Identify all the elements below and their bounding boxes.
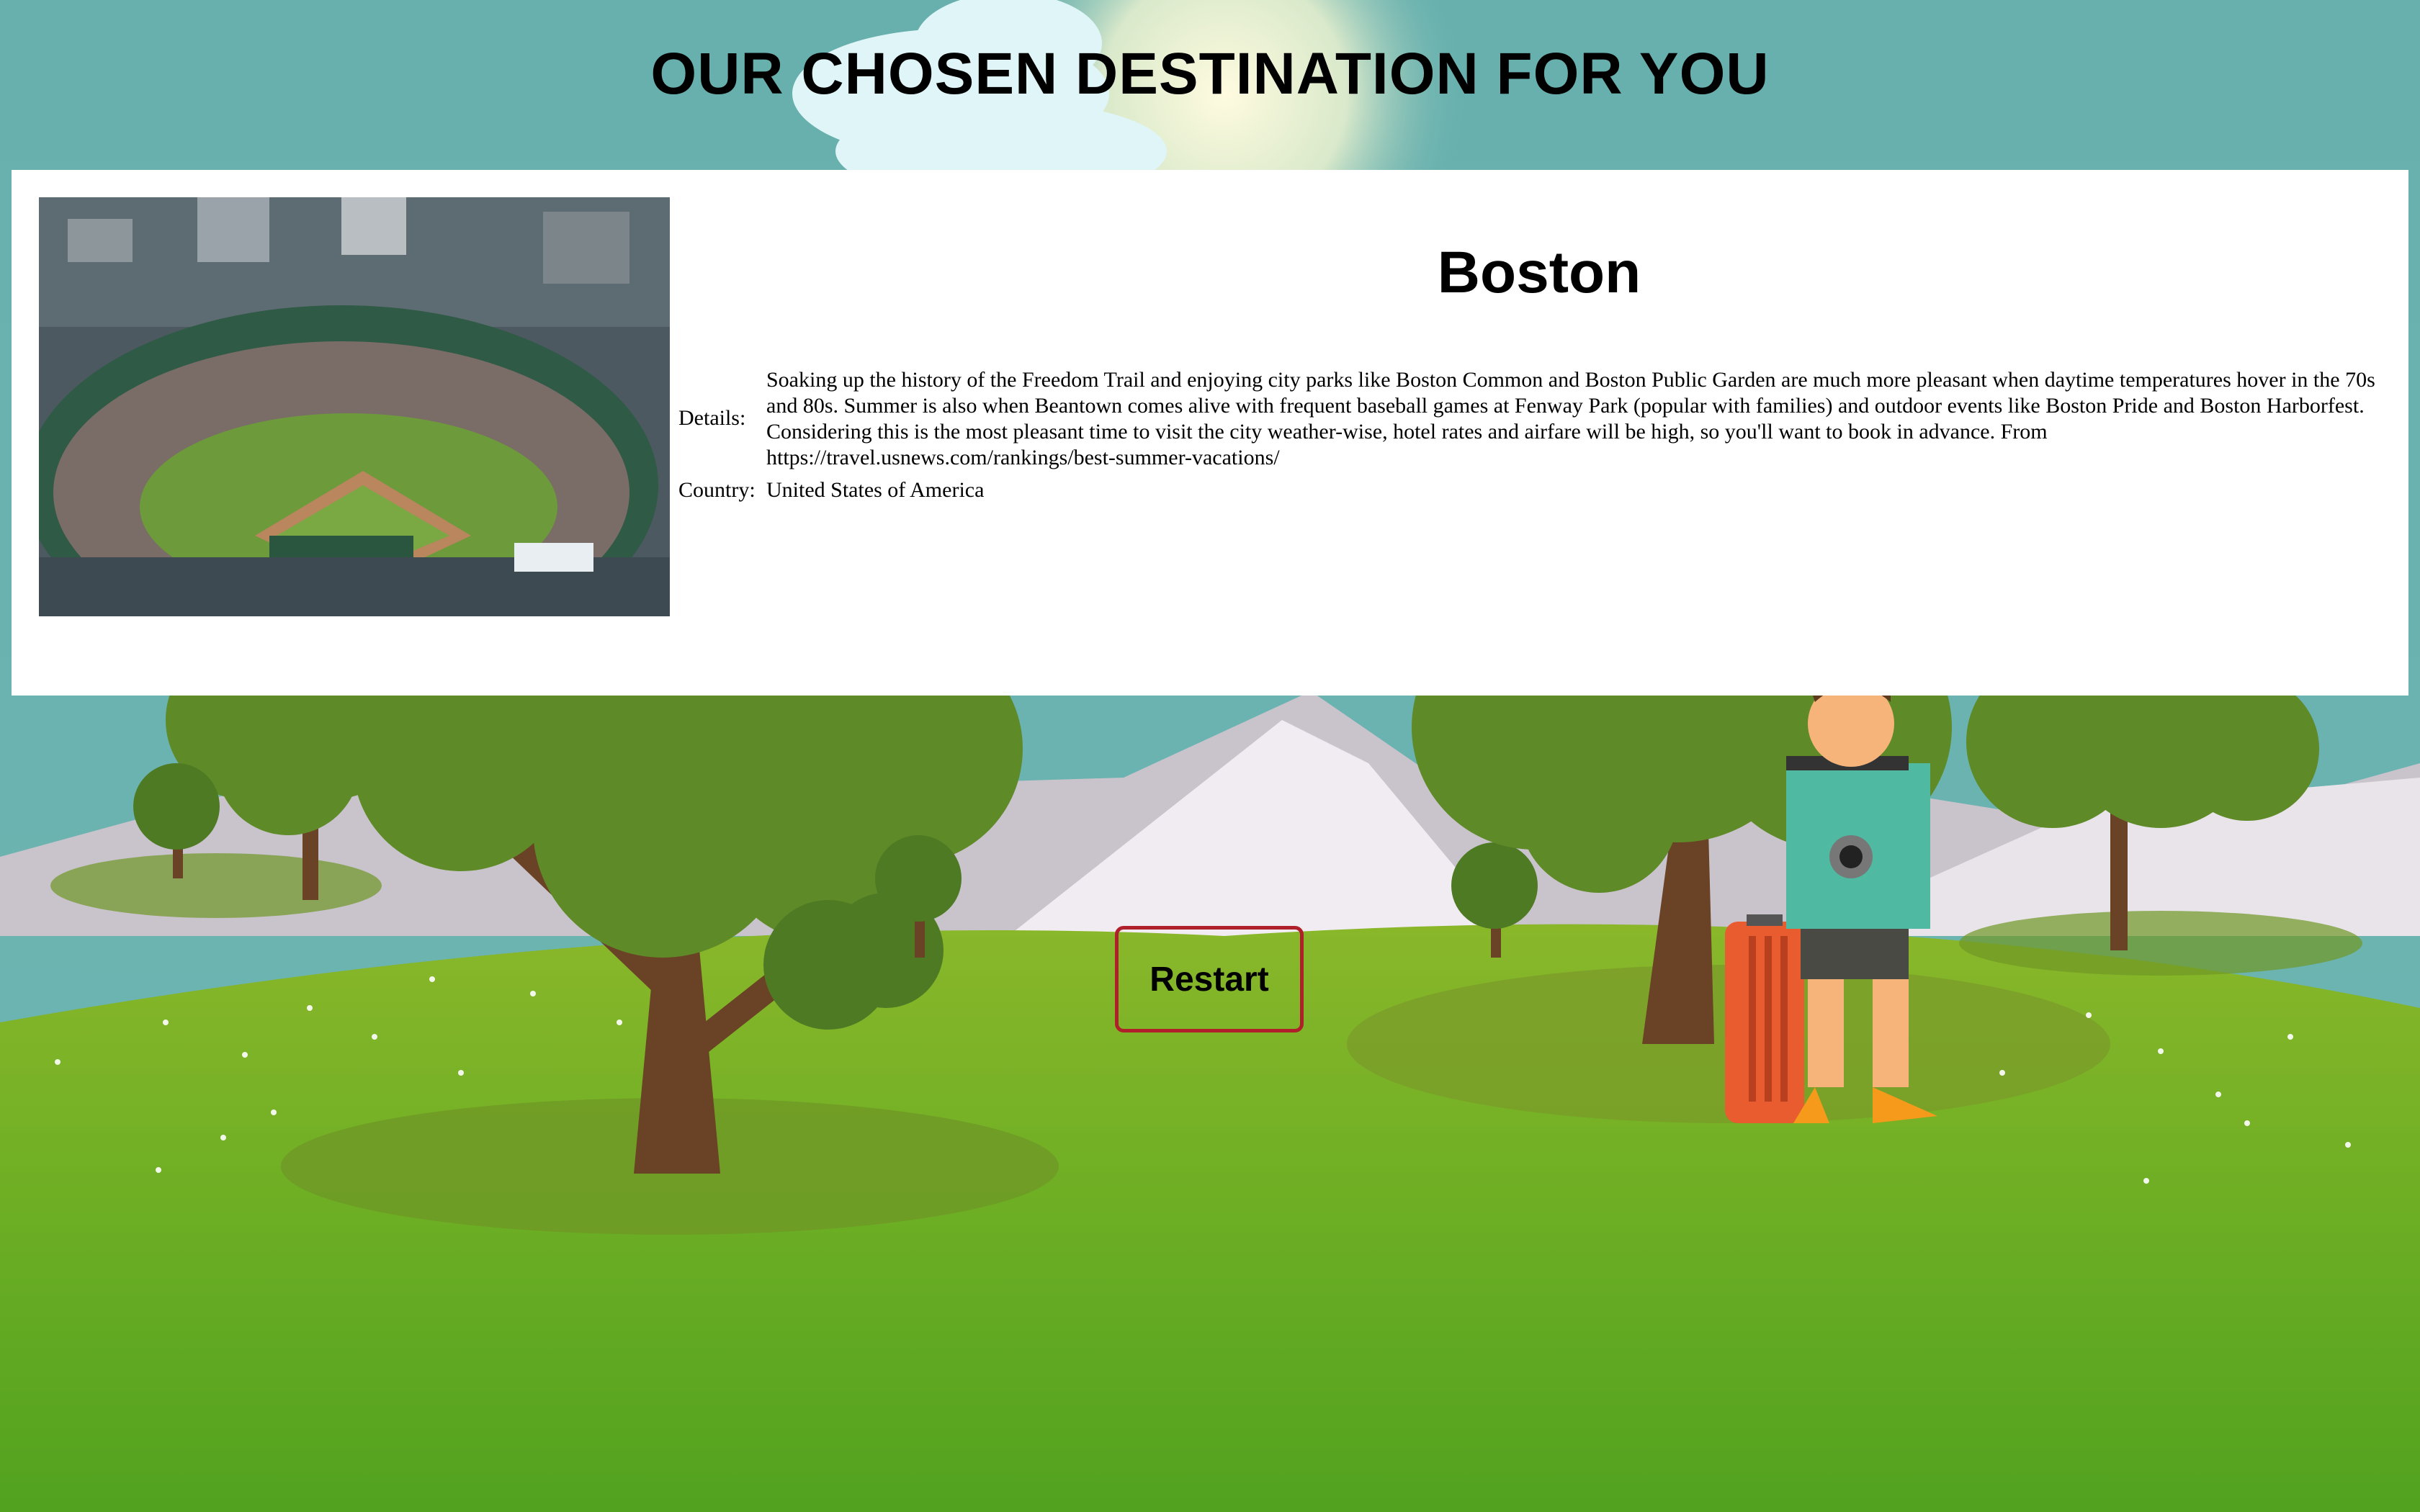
restart-button[interactable]: Restart: [1115, 926, 1304, 1032]
country-label: Country:: [678, 478, 756, 502]
destination-country: United States of America: [766, 478, 985, 502]
stadium-photo: [39, 197, 670, 616]
page-title: OUR CHOSEN DESTINATION FOR YOU: [650, 41, 1770, 107]
destination-card: Boston Details: Soaking up the history o…: [12, 170, 2408, 696]
destination-details: Soaking up the history of the Freedom Tr…: [766, 368, 2375, 469]
details-label: Details:: [678, 406, 746, 430]
destination-name: Boston: [1437, 240, 1641, 305]
